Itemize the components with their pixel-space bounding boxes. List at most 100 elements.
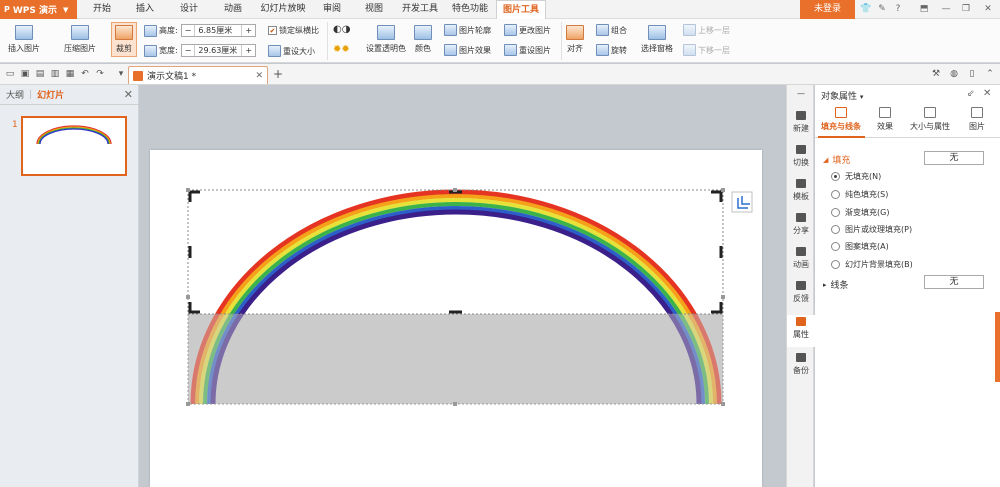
export-icon[interactable]: ▤: [34, 68, 46, 80]
tab-outline[interactable]: 大纲: [6, 88, 24, 101]
brightness-adjust-button[interactable]: ✹✹: [333, 44, 350, 55]
tab-fill-and-line[interactable]: 填充与线条: [821, 107, 861, 132]
width-input[interactable]: 29.63厘米: [194, 45, 243, 56]
chat-icon[interactable]: ✎: [874, 2, 890, 17]
selection-pane-button[interactable]: 选择窗格: [641, 25, 673, 54]
document-tab[interactable]: 演示文稿1 * ✕: [128, 66, 268, 84]
slide-thumbnail[interactable]: [21, 116, 127, 176]
save-icon[interactable]: ▣: [19, 68, 31, 80]
radio-solid-fill[interactable]: 纯色填充(S): [831, 189, 888, 200]
slides-panel-tabs: 大纲 | 幻灯片 ✕: [0, 85, 139, 105]
sidebar-item-new[interactable]: 新建: [787, 111, 815, 141]
decrease-button[interactable]: −: [182, 46, 195, 55]
tab-developer[interactable]: 开发工具: [396, 0, 444, 19]
panel-title[interactable]: 对象属性 ▾: [821, 89, 863, 102]
bring-forward-button[interactable]: 上移一层: [683, 24, 730, 36]
preview-icon[interactable]: ▦: [64, 68, 76, 80]
tab-features[interactable]: 特色功能: [446, 0, 494, 19]
change-picture-icon: [504, 24, 517, 36]
tab-animation[interactable]: 动画: [212, 0, 254, 19]
align-button[interactable]: 对齐: [566, 25, 584, 54]
change-picture-button[interactable]: 更改图片: [504, 24, 551, 36]
maximize-icon[interactable]: ❐: [958, 2, 974, 17]
send-backward-button[interactable]: 下移一层: [683, 44, 730, 56]
help-icon[interactable]: ?: [890, 2, 906, 17]
backup-icon: [796, 353, 806, 362]
radio-no-fill[interactable]: 无填充(N): [831, 171, 881, 182]
tab-design[interactable]: 设计: [168, 0, 210, 19]
close-panel-icon[interactable]: ✕: [124, 88, 133, 101]
tab-slideshow[interactable]: 幻灯片放映: [256, 0, 310, 19]
radio-pattern-fill[interactable]: 图案填充(A): [831, 241, 889, 252]
collapsed-triangle-icon: ▸: [823, 280, 827, 289]
tab-slides[interactable]: 幻灯片: [37, 88, 64, 101]
fill-section-header[interactable]: ◢ 填充: [823, 153, 850, 167]
panel-scroll-handle[interactable]: [995, 312, 1000, 382]
sidebar-item-share[interactable]: 分享: [787, 213, 815, 243]
tab-review[interactable]: 审阅: [312, 0, 352, 19]
line-section-header[interactable]: ▸ 线条: [823, 278, 849, 292]
tab-picture[interactable]: 图片: [969, 107, 985, 132]
increase-button[interactable]: +: [242, 46, 255, 55]
sidebar-item-transition[interactable]: 切换: [787, 145, 815, 175]
app-menu-button[interactable]: P WPS 演示 ▼: [0, 0, 77, 19]
rainbow-picture[interactable]: [150, 150, 762, 487]
tab-view[interactable]: 视图: [354, 0, 394, 19]
reset-picture-button[interactable]: 重设图片: [504, 44, 551, 56]
sidebar-item-backup[interactable]: 备份: [787, 353, 815, 383]
picture-outline-button[interactable]: 图片轮廓: [444, 24, 491, 36]
sidebar-collapse[interactable]: —: [787, 89, 815, 99]
redo-icon[interactable]: ↷: [94, 68, 106, 80]
sidebar-item-template[interactable]: 模板: [787, 179, 815, 209]
login-button[interactable]: 未登录: [800, 0, 855, 19]
sidebar-item-properties[interactable]: 属性: [787, 315, 815, 347]
set-transparent-button[interactable]: 设置透明色: [366, 25, 406, 54]
tab-insert[interactable]: 插入: [124, 0, 166, 19]
fill-value-dropdown[interactable]: 无: [924, 151, 984, 165]
tab-effects[interactable]: 效果: [877, 107, 893, 132]
print-icon[interactable]: ▥: [49, 68, 61, 80]
brightness-button[interactable]: ◐◑: [333, 24, 350, 35]
group-button[interactable]: 组合: [596, 24, 627, 36]
color-button[interactable]: 颜色: [414, 25, 432, 54]
tab-home[interactable]: 开始: [82, 0, 122, 19]
width-stepper[interactable]: − 29.63厘米 +: [180, 44, 257, 57]
document-icon[interactable]: ▯: [966, 68, 978, 80]
height-stepper[interactable]: − 6.85厘米 +: [180, 24, 257, 37]
task-sidebar: — 新建 切换 模板 分享 动画 反馈 属性 备份: [786, 85, 815, 487]
height-input[interactable]: 6.85厘米: [194, 25, 243, 36]
picture-effect-button[interactable]: 图片效果: [444, 44, 491, 56]
lock-ratio-checkbox[interactable]: ✔ 锁定纵横比: [268, 25, 319, 36]
new-tab-icon[interactable]: +: [272, 68, 284, 80]
reset-size-button[interactable]: 重设大小: [268, 45, 315, 57]
restore-window-icon[interactable]: ⬒: [916, 2, 932, 17]
object-properties-panel: 对象属性 ▾ ⇙ ✕ 填充与线条 效果 大小与属性 图片 ◢ 填充 无 无填充(…: [815, 85, 1000, 487]
compress-picture-button[interactable]: 压缩图片: [64, 25, 96, 54]
shirt-icon[interactable]: 👕: [858, 2, 874, 17]
pin-icon[interactable]: ⚒: [930, 68, 942, 80]
collapse-ribbon-icon[interactable]: ⌃: [984, 68, 996, 80]
radio-background-fill[interactable]: 幻灯片背景填充(B): [831, 259, 913, 270]
share-icon[interactable]: ◍: [948, 68, 960, 80]
open-folder-icon[interactable]: ▭: [4, 68, 16, 80]
close-tab-icon[interactable]: ✕: [255, 71, 263, 81]
sidebar-item-feedback[interactable]: 反馈: [787, 281, 815, 311]
dropdown-icon[interactable]: ▾: [115, 68, 127, 80]
slide[interactable]: [150, 150, 762, 487]
rotate-button[interactable]: 旋转: [596, 44, 627, 56]
decrease-button[interactable]: −: [182, 26, 195, 35]
insert-picture-button[interactable]: 插入图片: [8, 25, 40, 54]
sidebar-item-animation[interactable]: 动画: [787, 247, 815, 277]
tab-size-and-properties[interactable]: 大小与属性: [910, 107, 950, 132]
dock-icon[interactable]: ⇙: [967, 89, 975, 99]
undo-icon[interactable]: ↶: [79, 68, 91, 80]
radio-gradient-fill[interactable]: 渐变填充(G): [831, 207, 889, 218]
minimize-icon[interactable]: —: [938, 2, 954, 17]
crop-button[interactable]: 裁剪: [111, 22, 137, 57]
line-value-dropdown[interactable]: 无: [924, 275, 984, 289]
close-panel-icon[interactable]: ✕: [983, 88, 991, 99]
radio-picture-texture-fill[interactable]: 图片或纹理填充(P): [831, 224, 912, 235]
increase-button[interactable]: +: [242, 26, 255, 35]
close-icon[interactable]: ✕: [980, 2, 996, 17]
tab-picture-tools[interactable]: 图片工具: [496, 0, 546, 20]
